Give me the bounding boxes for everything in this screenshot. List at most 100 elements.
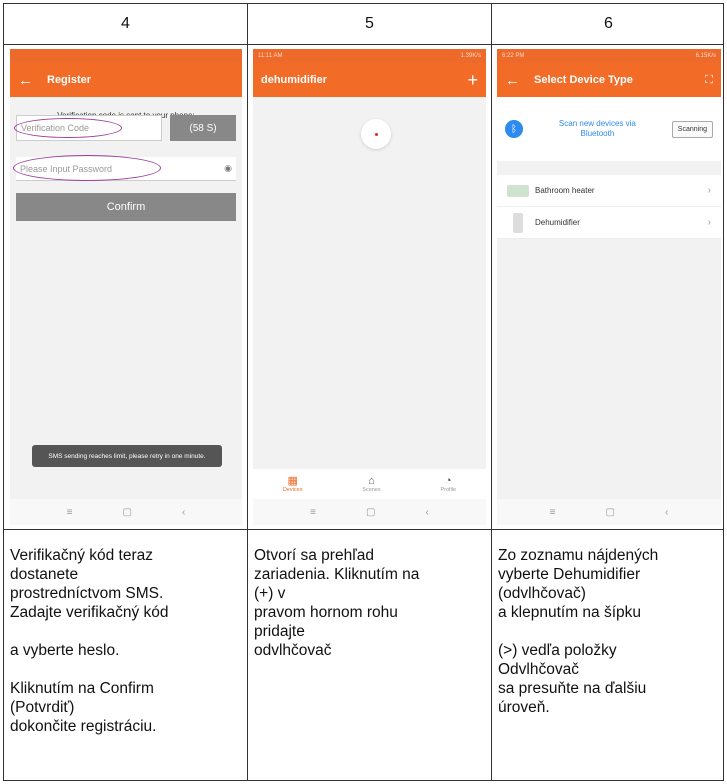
home-square-icon[interactable]: ▢ <box>123 507 132 518</box>
app-bar: dehumidifier + <box>253 63 486 97</box>
desc-line: odvlhčovač <box>254 642 332 659</box>
chevron-right-icon[interactable]: › <box>708 217 711 228</box>
code-row: Verification Code (58 S) <box>14 115 236 141</box>
desc-line: (>) vedľa položky <box>498 642 617 659</box>
back-arrow-icon[interactable]: ← <box>505 72 520 89</box>
desc-line: (+) v <box>254 585 286 602</box>
bluetooth-icon: ᛒ <box>505 120 523 138</box>
desc-line: pridajte <box>254 623 305 640</box>
sms-toast: SMS sending reaches limit, please retry … <box>32 445 222 467</box>
desc-line: dokončite registráciu. <box>10 718 157 735</box>
desc-line: dostanete <box>10 566 79 583</box>
bt-text-line: Bluetooth <box>580 129 615 138</box>
status-bar: 6:22 PM 6.15K/s <box>497 49 721 63</box>
back-chevron-icon[interactable]: ‹ <box>665 507 668 518</box>
scanning-button[interactable]: Scanning <box>671 120 713 138</box>
menu-icon[interactable]: ≡ <box>550 507 556 518</box>
bt-text-line: Scan new devices via <box>558 119 636 128</box>
select-device-screen: 6:22 PM 6.15K/s ← Select Device Type ⛶ ᛒ… <box>497 49 721 525</box>
heater-thumbnail <box>507 184 529 197</box>
device-item-bathroom-heater[interactable]: Bathroom heater › <box>497 175 721 207</box>
back-arrow-icon[interactable]: ← <box>18 72 33 89</box>
tab-devices[interactable]: ▦ Devices <box>283 475 303 493</box>
menu-icon[interactable]: ≡ <box>310 507 316 518</box>
row-divider <box>4 44 723 45</box>
status-bar <box>10 49 242 63</box>
menu-icon[interactable]: ≡ <box>67 507 73 518</box>
app-bar: ← Register <box>10 63 242 97</box>
back-chevron-icon[interactable]: ‹ <box>182 507 185 518</box>
device-item-dehumidifier[interactable]: Dehumidifier › <box>497 207 721 239</box>
description-step-5: Otvorí sa prehľad zariadenia. Kliknutím … <box>254 546 419 660</box>
tab-bar: ▦ Devices ⌂ Scenes ◔ Profile <box>253 469 486 499</box>
device-name: Bathroom heater <box>535 186 595 195</box>
step-number: 5 <box>365 15 374 32</box>
screen-title: dehumidifier <box>261 74 328 86</box>
step-number: 4 <box>121 15 130 32</box>
status-time: 11:11 AM <box>258 53 283 59</box>
desc-line: Kliknutím na Confirm <box>10 680 154 697</box>
desc-line: Otvorí sa prehľad <box>254 547 374 564</box>
status-bar: 11:11 AM 1.39K/s <box>253 49 486 63</box>
desc-line: (odvlhčovač) <box>498 585 586 602</box>
bluetooth-scan-row[interactable]: ᛒ Scan new devices via Bluetooth Scannin… <box>497 97 721 161</box>
scan-frame-icon[interactable]: ⛶ <box>705 74 713 87</box>
status-speed: 1.39K/s <box>460 53 481 59</box>
status-speed: 6.15K/s <box>695 53 716 59</box>
desc-line: Odvlhčovač <box>498 661 579 678</box>
profile-icon: ◔ <box>444 475 452 487</box>
status-time: 6:22 PM <box>502 53 525 59</box>
desc-line: sa presuňte na ďalšiu <box>498 680 647 697</box>
step-number: 6 <box>604 15 613 32</box>
desc-line: Zadajte verifikačný kód <box>10 604 169 621</box>
row-divider <box>4 529 723 530</box>
column-divider <box>491 4 492 780</box>
desc-line: prostredníctvom SMS. <box>10 585 164 602</box>
desc-line: a klepnutím na šípku <box>498 604 642 621</box>
android-nav-bar: ≡ ▢ ‹ <box>497 499 721 525</box>
column-divider <box>247 4 248 780</box>
tab-label: Devices <box>282 487 303 493</box>
desc-line: a vyberte heslo. <box>10 642 120 659</box>
resend-timer-button[interactable]: (58 S) <box>170 115 236 141</box>
tab-scenes[interactable]: ⌂ Scenes <box>362 475 380 493</box>
grid-icon: ▦ <box>287 475 298 487</box>
back-chevron-icon[interactable]: ‹ <box>425 507 428 518</box>
description-step-4: Verifikačný kód teraz dostanete prostred… <box>10 546 169 736</box>
desc-spacer <box>498 622 658 641</box>
desc-line: Zo zoznamu nájdených <box>498 547 659 564</box>
highlight-ellipse <box>13 155 161 181</box>
chevron-right-icon[interactable]: › <box>708 185 711 196</box>
eye-icon[interactable]: ◉ <box>224 163 232 174</box>
desc-line: pravom hornom rohu <box>254 604 398 621</box>
home-icon: ⌂ <box>368 475 375 487</box>
verification-code-input[interactable]: Verification Code <box>14 115 162 141</box>
desc-spacer <box>10 622 169 641</box>
highlight-ellipse <box>14 118 122 138</box>
desc-line: úroveň. <box>498 699 550 716</box>
loading-indicator <box>361 119 391 149</box>
dehumidifier-thumbnail <box>513 212 523 233</box>
confirm-button[interactable]: Confirm <box>16 193 236 221</box>
device-overview-screen: 11:11 AM 1.39K/s dehumidifier + ▦ Device… <box>253 49 486 525</box>
screen-title: Select Device Type <box>534 74 633 86</box>
description-step-6: Zo zoznamu nájdených vyberte Dehumidifie… <box>498 546 658 717</box>
desc-line: vyberte Dehumidifier <box>498 566 641 583</box>
desc-line: zariadenia. Kliknutím na <box>254 566 420 583</box>
device-name: Dehumidifier <box>535 218 580 227</box>
android-nav-bar: ≡ ▢ ‹ <box>10 499 242 525</box>
screen-title: Register <box>47 74 92 86</box>
home-square-icon[interactable]: ▢ <box>606 507 615 518</box>
instruction-table: 4 5 6 ← Register Verification code is se… <box>3 3 724 781</box>
add-icon[interactable]: + <box>467 70 478 91</box>
desc-line: (Potvrdiť) <box>10 699 75 716</box>
app-bar: ← Select Device Type ⛶ <box>497 63 721 97</box>
password-input[interactable]: Please Input Password ◉ <box>13 155 236 181</box>
bluetooth-scan-text: Scan new devices via Bluetooth <box>523 119 672 139</box>
tab-label: Scenes <box>362 487 381 493</box>
desc-line: Verifikačný kód teraz <box>10 547 154 564</box>
tab-profile[interactable]: ◔ Profile <box>440 475 456 493</box>
android-nav-bar: ≡ ▢ ‹ <box>253 499 486 525</box>
home-square-icon[interactable]: ▢ <box>366 507 375 518</box>
tab-label: Profile <box>440 487 457 493</box>
